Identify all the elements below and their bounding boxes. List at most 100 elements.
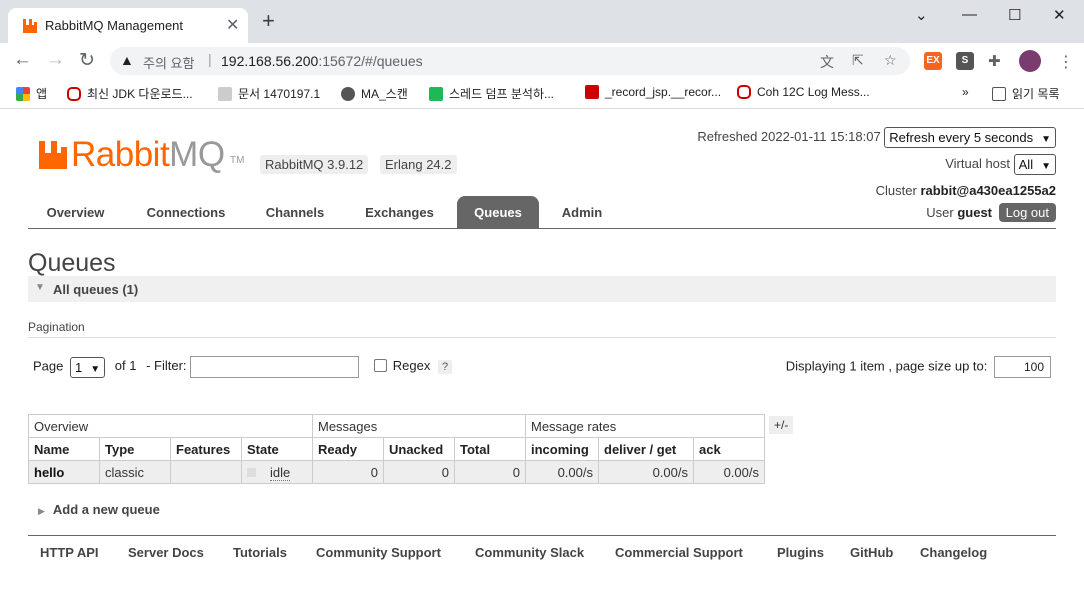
filter-label: - Filter: — [146, 358, 187, 374]
col-unacked[interactable]: Unacked — [383, 437, 455, 461]
reload-icon[interactable]: ↻ — [79, 49, 95, 72]
reading-list[interactable]: 읽기 목록 — [992, 85, 1060, 102]
tab-overview[interactable]: Overview — [28, 196, 123, 228]
bookmark-star-icon[interactable]: ☆ — [884, 52, 897, 69]
footer-link-community-support[interactable]: Community Support — [316, 545, 441, 560]
displaying-label: Displaying 1 item , page size up to: — [785, 358, 988, 374]
url-text[interactable]: 192.168.56.200:15672/#/queues — [221, 53, 423, 69]
table-row[interactable]: hello classic idle 0 0 0 0.00/s 0.00/s 0… — [28, 460, 765, 484]
tab-connections[interactable]: Connections — [132, 196, 240, 228]
logo-text: RabbitMQ — [71, 135, 225, 174]
tab-queues[interactable]: Queues — [457, 196, 539, 228]
footer-link-commercial-support[interactable]: Commercial Support — [615, 545, 743, 560]
tab-channels[interactable]: Channels — [252, 196, 338, 228]
col-incoming[interactable]: incoming — [525, 437, 599, 461]
queue-type: classic — [99, 460, 171, 484]
tab-exchanges[interactable]: Exchanges — [351, 196, 448, 228]
footer-link-http-api[interactable]: HTTP API — [40, 545, 99, 560]
bookmark-doc[interactable]: 문서 1470197.1 — [218, 85, 320, 102]
footer-link-tutorials[interactable]: Tutorials — [233, 545, 287, 560]
tab-admin[interactable]: Admin — [551, 196, 613, 228]
new-tab-icon[interactable]: + — [262, 10, 275, 32]
doc-icon — [218, 87, 232, 101]
tab-title: RabbitMQ Management — [45, 18, 184, 33]
rabbitmq-version-badge: RabbitMQ 3.9.12 — [260, 155, 369, 174]
col-type[interactable]: Type — [99, 437, 171, 461]
footer-link-plugins[interactable]: Plugins — [777, 545, 824, 560]
queues-table: Overview Messages Message rates Name Typ… — [28, 414, 765, 484]
regex-help-icon[interactable]: ? — [437, 360, 453, 375]
browser-toolbar: ← → ↻ ▲ 주의 요함 | 192.168.56.200:15672/#/q… — [0, 43, 1084, 79]
bookmark-ma-scan[interactable]: MA_스캔 — [341, 85, 408, 102]
footer-link-community-slack[interactable]: Community Slack — [475, 545, 584, 560]
extensions-puzzle-icon[interactable]: ✚ — [988, 52, 1001, 70]
profile-avatar-icon[interactable] — [1019, 50, 1041, 72]
warning-icon[interactable]: ▲ — [120, 52, 134, 68]
footer-link-changelog[interactable]: Changelog — [920, 545, 987, 560]
translate-icon[interactable]: 文 — [820, 52, 834, 72]
vhost-label: Virtual host — [945, 155, 1011, 171]
pagination-title: Pagination — [28, 320, 85, 334]
chevron-down-icon: ▼ — [90, 363, 101, 375]
vhost-select[interactable]: All ▼ — [1013, 154, 1056, 175]
queue-ready: 0 — [312, 460, 384, 484]
back-icon[interactable]: ← — [13, 49, 32, 71]
vhost-row: Virtual host All ▼ — [945, 154, 1056, 175]
extension-ex-icon[interactable]: EX — [924, 52, 942, 70]
menu-dots-icon[interactable]: ⋮ — [1058, 52, 1074, 72]
footer-link-server-docs[interactable]: Server Docs — [128, 545, 204, 560]
share-icon[interactable]: ⇱ — [852, 52, 864, 69]
extension-s-icon[interactable]: S — [956, 52, 974, 70]
regex-control[interactable]: Regex — [373, 358, 430, 373]
all-queues-section[interactable]: ▼ All queues (1) — [28, 276, 1056, 302]
col-features[interactable]: Features — [170, 437, 242, 461]
address-bar[interactable]: ▲ 주의 요함 | 192.168.56.200:15672/#/queues … — [110, 47, 910, 75]
browser-tab[interactable]: RabbitMQ Management ✕ — [8, 8, 248, 43]
col-ready[interactable]: Ready — [312, 437, 384, 461]
col-ack[interactable]: ack — [693, 437, 765, 461]
bookmark-coh[interactable]: Coh 12C Log Mess... — [737, 85, 870, 99]
queue-name-link[interactable]: hello — [28, 460, 100, 484]
col-state[interactable]: State — [241, 437, 313, 461]
queue-unacked: 0 — [383, 460, 455, 484]
footer-link-github[interactable]: GitHub — [850, 545, 893, 560]
maximize-icon[interactable]: ☐ — [1008, 6, 1021, 24]
state-indicator-icon — [247, 467, 256, 477]
col-name[interactable]: Name — [28, 437, 100, 461]
chevron-down-icon: ▼ — [1041, 134, 1051, 145]
page-size-input[interactable]: 100 — [994, 356, 1051, 378]
pagination-divider — [28, 337, 1056, 338]
bookmark-thread-dump[interactable]: 스레드 덤프 분석하... — [429, 85, 554, 102]
minimize-icon[interactable]: — — [962, 6, 977, 23]
bookmark-apps[interactable]: 앱 — [16, 85, 47, 102]
col-total[interactable]: Total — [454, 437, 526, 461]
page-select[interactable]: 1 ▼ — [70, 356, 106, 378]
queue-total: 0 — [454, 460, 526, 484]
security-label[interactable]: 주의 요함 — [143, 53, 194, 72]
t-icon — [585, 85, 599, 99]
col-deliver-get[interactable]: deliver / get — [598, 437, 694, 461]
more-bookmarks-icon[interactable]: » — [962, 85, 969, 99]
page-of-label: of 1 — [114, 358, 137, 374]
refresh-row: Refreshed 2022-01-11 15:18:07 Refresh ev… — [697, 127, 1056, 148]
forward-icon[interactable]: → — [46, 49, 65, 71]
bookmark-jdk[interactable]: 최신 JDK 다운로드... — [67, 85, 193, 102]
group-message-rates: Message rates — [525, 414, 765, 438]
filter-input[interactable] — [190, 356, 360, 378]
chevron-down-icon: ▼ — [1041, 161, 1051, 172]
expand-triangle-icon: ▶ — [38, 506, 45, 516]
regex-checkbox[interactable] — [373, 359, 387, 373]
page-label: Page — [33, 358, 64, 374]
close-window-icon[interactable]: ✕ — [1053, 6, 1066, 24]
tab-close-icon[interactable]: ✕ — [226, 15, 239, 35]
add-queue-section[interactable]: ▶ Add a new queue — [38, 502, 160, 517]
main-nav: Overview Connections Channels Exchanges … — [28, 196, 1056, 229]
queue-incoming: 0.00/s — [525, 460, 599, 484]
bookmark-record-jsp[interactable]: _record_jsp.__recor... — [585, 85, 721, 99]
refresh-select[interactable]: Refresh every 5 seconds ▼ — [884, 127, 1056, 148]
column-toggle-button[interactable]: +/- — [769, 416, 794, 434]
queue-features — [170, 460, 242, 484]
tab-search-icon[interactable]: ⌄ — [915, 6, 928, 24]
page-size-controls: Displaying 1 item , page size up to: 100 — [786, 356, 1051, 378]
browser-tabstrip: RabbitMQ Management ✕ + ⌄ — ☐ ✕ — [0, 0, 1084, 43]
